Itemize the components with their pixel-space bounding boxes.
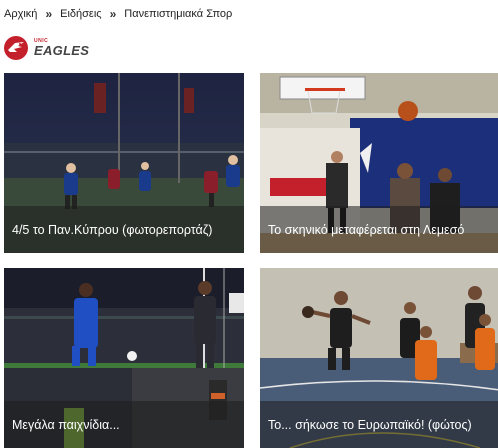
breadcrumb-university-sports[interactable]: Πανεπιστημιακά Σπορ [124, 8, 232, 20]
logo-name: EAGLES [34, 43, 90, 58]
breadcrumb-separator: » [109, 7, 117, 21]
news-card-title[interactable]: Το... σήκωσε το Ευρωπαϊκό! (φώτος) [260, 401, 498, 448]
news-card-title[interactable]: Το σκηνικό μεταφέρεται στη Λεμεσό [260, 206, 498, 253]
breadcrumb-news[interactable]: Ειδήσεις [60, 8, 101, 20]
breadcrumb-home[interactable]: Αρχική [4, 8, 37, 20]
breadcrumb-separator: » [45, 7, 53, 21]
news-card[interactable]: Μεγάλα παιχνίδια... [4, 268, 244, 448]
news-card[interactable]: Το... σήκωσε το Ευρωπαϊκό! (φώτος) [260, 268, 498, 448]
news-card[interactable]: 4/5 το Παν.Κύπρου (φωτορεπορτάζ) [4, 73, 244, 253]
news-card[interactable]: Το σκηνικό μεταφέρεται στη Λεμεσό [260, 73, 498, 253]
eagle-icon [4, 36, 28, 60]
breadcrumb: Αρχική » Ειδήσεις » Πανεπιστημιακά Σπορ [4, 6, 232, 22]
unic-eagles-logo[interactable]: UNIC EAGLES [4, 34, 89, 62]
news-card-title[interactable]: Μεγάλα παιχνίδια... [4, 401, 244, 448]
news-card-title[interactable]: 4/5 το Παν.Κύπρου (φωτορεπορτάζ) [4, 206, 244, 253]
